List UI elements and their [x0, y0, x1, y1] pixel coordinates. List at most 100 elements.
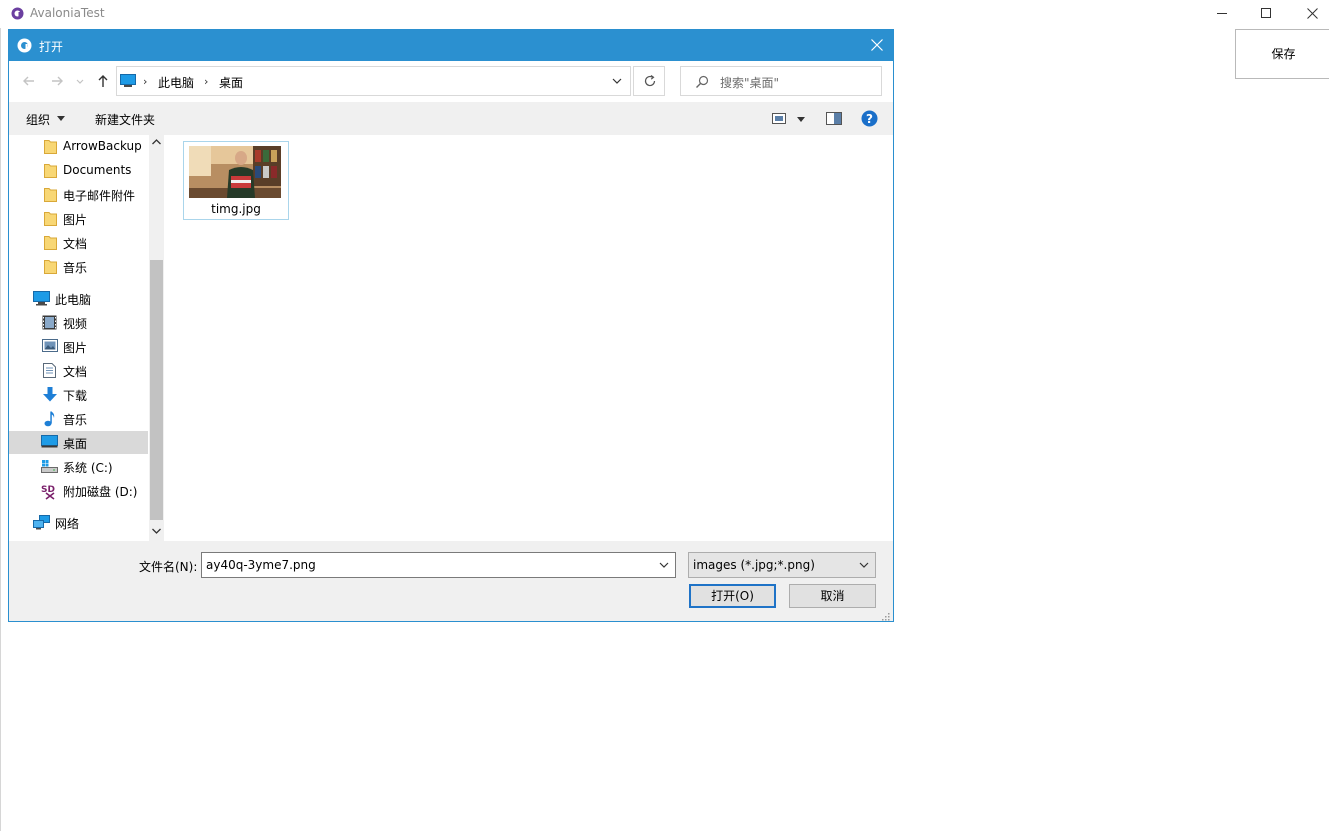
nav-item-label: 系统 (C:): [63, 461, 113, 475]
nav-item-documents-lib[interactable]: 文档: [9, 359, 148, 382]
maximize-button[interactable]: [1243, 0, 1289, 28]
folder-icon: [44, 236, 57, 250]
nav-item-label: 电子邮件附件: [63, 189, 136, 203]
avalonia-dialog-icon: [17, 38, 32, 53]
nav-item-documents[interactable]: Documents: [9, 159, 148, 182]
sd-drive-icon: SD: [41, 485, 55, 500]
forward-arrow-icon[interactable]: [47, 71, 67, 91]
nav-item-music[interactable]: 音乐: [9, 407, 148, 430]
nav-item-label: 附加磁盘 (D:): [63, 485, 138, 499]
save-button[interactable]: 保存: [1235, 29, 1329, 79]
file-name: timg.jpg: [211, 202, 261, 216]
video-icon: [42, 315, 57, 330]
recent-locations-chevron-icon[interactable]: [73, 71, 87, 91]
open-file-dialog: 打开 › 此电脑 › 桌面 搜索"桌面" 组织 新建文件夹 ? ArrowBac…: [8, 29, 894, 622]
chevron-down-icon[interactable]: [659, 562, 669, 569]
nav-item-label: 文档: [63, 365, 88, 379]
file-list-view[interactable]: timg.jpg: [164, 135, 893, 541]
search-placeholder: 搜索"桌面": [720, 76, 780, 90]
search-icon: [696, 75, 709, 88]
nav-item-label: 音乐: [63, 413, 88, 427]
search-input[interactable]: 搜索"桌面": [680, 66, 882, 96]
organize-button[interactable]: 组织: [26, 111, 50, 128]
nav-item-email-attachments[interactable]: 电子邮件附件: [9, 183, 148, 206]
music-icon: [44, 411, 55, 427]
breadcrumb-this-pc[interactable]: 此电脑: [158, 74, 194, 91]
nav-item-network[interactable]: 网络: [9, 511, 148, 534]
scroll-up-icon[interactable]: [152, 139, 161, 145]
breadcrumb-desktop[interactable]: 桌面: [219, 74, 243, 91]
navigation-pane: ArrowBackup Documents 电子邮件附件 图片 文档 音乐 此电…: [9, 135, 164, 541]
desktop-icon: [41, 435, 58, 448]
filename-input[interactable]: ay40q-3yme7.png: [206, 558, 316, 572]
filename-combobox[interactable]: ay40q-3yme7.png: [201, 552, 676, 578]
nav-item-label: 此电脑: [55, 293, 92, 307]
nav-item-downloads[interactable]: 下载: [9, 383, 148, 406]
address-bar[interactable]: › 此电脑 › 桌面: [116, 66, 631, 96]
nav-item-label: 网络: [55, 517, 80, 531]
nav-item-docs-folder[interactable]: 文档: [9, 231, 148, 254]
nav-item-drive-d[interactable]: SD 附加磁盘 (D:): [9, 479, 148, 502]
nav-item-arrowbackup[interactable]: ArrowBackup: [9, 135, 148, 158]
nav-scrollbar[interactable]: [149, 135, 164, 541]
this-pc-icon: [33, 291, 50, 306]
caret-down-icon[interactable]: [57, 116, 65, 121]
pictures-icon: [42, 339, 58, 352]
folder-icon: [44, 140, 57, 154]
dialog-title: 打开: [39, 40, 64, 54]
preview-pane-icon[interactable]: [826, 112, 842, 126]
filetype-value: images (*.jpg;*.png): [693, 558, 815, 572]
drive-icon: [41, 460, 58, 473]
up-arrow-icon[interactable]: [93, 71, 113, 91]
refresh-icon: [644, 75, 656, 87]
nav-item-label: 文档: [63, 237, 88, 251]
download-icon: [43, 387, 57, 402]
documents-icon: [43, 363, 56, 378]
nav-item-label: 音乐: [63, 261, 88, 275]
change-view-icon[interactable]: [772, 112, 806, 126]
nav-item-label: 视频: [63, 317, 88, 331]
this-pc-icon: [120, 74, 136, 87]
cancel-button[interactable]: 取消: [789, 584, 876, 608]
avalonia-app-icon: [11, 7, 24, 20]
filetype-select[interactable]: images (*.jpg;*.png): [688, 552, 876, 578]
dialog-footer: 文件名(N): ay40q-3yme7.png images (*.jpg;*.…: [9, 541, 893, 621]
maximize-icon: [1261, 8, 1271, 18]
nav-item-label: 桌面: [63, 437, 88, 451]
folder-icon: [44, 212, 57, 226]
nav-item-label: ArrowBackup: [63, 139, 142, 153]
window-border: [0, 28, 1, 831]
breadcrumb-chevron-icon[interactable]: ›: [143, 75, 147, 88]
app-close-button[interactable]: [1289, 0, 1329, 28]
nav-item-this-pc[interactable]: 此电脑: [9, 287, 148, 310]
close-icon: [871, 39, 883, 51]
dialog-close-button[interactable]: [861, 30, 893, 61]
nav-item-pictures[interactable]: 图片: [9, 335, 148, 358]
svg-text:?: ?: [866, 112, 873, 126]
scrollbar-thumb[interactable]: [150, 260, 163, 520]
nav-item-videos[interactable]: 视频: [9, 311, 148, 334]
folder-icon: [44, 164, 57, 178]
nav-item-label: 下载: [63, 389, 88, 403]
back-arrow-icon[interactable]: [19, 71, 39, 91]
minimize-button[interactable]: [1199, 0, 1245, 28]
app-titlebar: AvaloniaTest: [0, 0, 1329, 28]
breadcrumb-chevron-icon[interactable]: ›: [204, 75, 208, 88]
nav-item-label: 图片: [63, 213, 88, 227]
nav-item-pictures-folder[interactable]: 图片: [9, 207, 148, 230]
resize-grip-icon[interactable]: [881, 612, 890, 621]
nav-item-label: Documents: [63, 163, 132, 177]
folder-icon: [44, 260, 57, 274]
address-row: › 此电脑 › 桌面 搜索"桌面": [9, 61, 893, 102]
open-button[interactable]: 打开(O): [689, 584, 776, 608]
new-folder-button[interactable]: 新建文件夹: [95, 111, 155, 128]
file-item[interactable]: timg.jpg: [183, 141, 289, 220]
scroll-down-icon[interactable]: [152, 528, 161, 534]
nav-item-desktop[interactable]: 桌面: [9, 431, 148, 454]
chevron-down-icon[interactable]: [612, 76, 622, 86]
refresh-button[interactable]: [633, 66, 665, 96]
nav-item-music-folder[interactable]: 音乐: [9, 255, 148, 278]
help-icon[interactable]: ?: [861, 110, 878, 127]
nav-item-drive-c[interactable]: 系统 (C:): [9, 455, 148, 478]
command-toolbar: 组织 新建文件夹 ?: [9, 102, 893, 135]
